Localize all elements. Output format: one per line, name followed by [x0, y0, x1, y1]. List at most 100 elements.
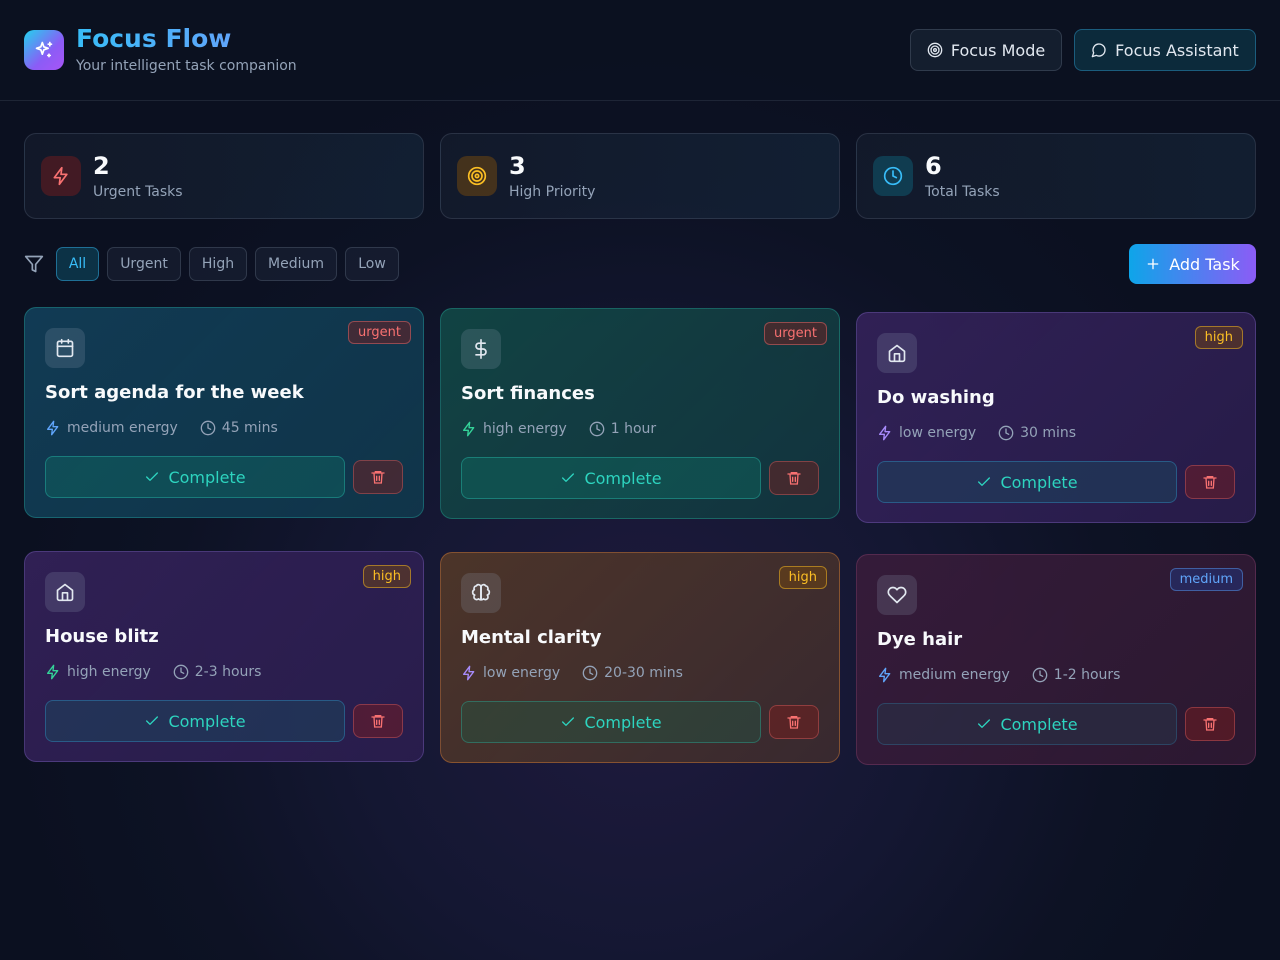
- task-duration: 1 hour: [610, 421, 657, 437]
- task-card: urgent Sort agenda for the week medium e…: [24, 307, 424, 518]
- clock-icon: [200, 420, 216, 436]
- stat-value: 3: [509, 152, 526, 180]
- delete-button[interactable]: [769, 461, 819, 495]
- check-icon: [562, 717, 575, 726]
- task-energy: low energy: [483, 665, 561, 681]
- task-card: high Mental clarity low energy 20-30 min…: [440, 552, 840, 763]
- task-title: Sort finances: [461, 383, 595, 404]
- lightning-icon: [41, 156, 81, 196]
- task-energy: high energy: [483, 421, 567, 437]
- focus-mode-button[interactable]: Focus Mode: [910, 29, 1062, 71]
- brain-icon: [461, 573, 501, 613]
- stat-value: 6: [925, 152, 942, 180]
- delete-button[interactable]: [353, 460, 403, 494]
- lightning-icon: [879, 667, 891, 683]
- complete-button[interactable]: Complete: [461, 701, 761, 743]
- task-energy: high energy: [67, 664, 151, 680]
- filter-chip-medium[interactable]: Medium: [255, 247, 337, 281]
- trash-icon: [1203, 476, 1217, 489]
- calendar-icon: [45, 328, 85, 368]
- focus-assistant-label: Focus Assistant: [1115, 40, 1239, 60]
- filter-chip-all[interactable]: All: [56, 247, 99, 281]
- check-icon: [978, 477, 991, 486]
- task-card: high House blitz high energy 2-3 hours C…: [24, 551, 424, 762]
- clock-icon: [582, 665, 598, 681]
- stat-label: High Priority: [509, 184, 596, 200]
- filter-chip-low[interactable]: Low: [345, 247, 399, 281]
- dollar-icon: [461, 329, 501, 369]
- complete-label: Complete: [1000, 472, 1078, 492]
- stat-value: 2: [93, 152, 110, 180]
- clock-icon: [589, 421, 605, 437]
- priority-badge: urgent: [764, 322, 827, 345]
- complete-label: Complete: [1000, 714, 1078, 734]
- task-duration: 45 mins: [221, 420, 278, 436]
- filter-chip-high[interactable]: High: [189, 247, 247, 281]
- complete-label: Complete: [584, 712, 662, 732]
- sparkles-logo-icon: [24, 30, 64, 70]
- lightning-icon: [47, 664, 59, 680]
- app-header: Focus Flow Your intelligent task compani…: [0, 0, 1280, 101]
- complete-button[interactable]: Complete: [877, 461, 1177, 503]
- trash-icon: [1203, 718, 1217, 731]
- task-meta: high energy 2-3 hours: [45, 664, 261, 680]
- home-icon: [877, 333, 917, 373]
- complete-label: Complete: [168, 467, 246, 487]
- plus-icon: [1147, 258, 1159, 270]
- complete-button[interactable]: Complete: [45, 456, 345, 498]
- delete-button[interactable]: [769, 705, 819, 739]
- complete-button[interactable]: Complete: [877, 703, 1177, 745]
- check-icon: [978, 719, 991, 728]
- trash-icon: [787, 716, 801, 729]
- task-duration: 2-3 hours: [194, 664, 262, 680]
- task-energy: medium energy: [67, 420, 178, 436]
- stat-label: Total Tasks: [925, 184, 1000, 200]
- delete-button[interactable]: [1185, 465, 1235, 499]
- task-duration: 20-30 mins: [604, 665, 683, 681]
- task-title: House blitz: [45, 626, 159, 647]
- complete-button[interactable]: Complete: [461, 457, 761, 499]
- task-energy: low energy: [899, 425, 977, 441]
- check-icon: [146, 472, 159, 481]
- filter-chip-urgent[interactable]: Urgent: [107, 247, 181, 281]
- focus-mode-label: Focus Mode: [950, 40, 1046, 60]
- stat-card-total: 6 Total Tasks: [856, 133, 1256, 219]
- task-meta: low energy 30 mins: [877, 425, 1076, 441]
- task-card: urgent Sort finances high energy 1 hour …: [440, 308, 840, 519]
- task-meta: medium energy 1-2 hours: [877, 667, 1120, 683]
- delete-button[interactable]: [353, 704, 403, 738]
- lightning-icon: [47, 420, 59, 436]
- chat-bubble-icon: [1091, 43, 1106, 58]
- trash-icon: [371, 715, 385, 728]
- priority-badge: high: [778, 566, 827, 589]
- task-meta: high energy 1 hour: [461, 421, 656, 437]
- stat-card-high-priority: 3 High Priority: [440, 133, 840, 219]
- target-icon: [457, 156, 497, 196]
- focus-assistant-button[interactable]: Focus Assistant: [1074, 29, 1256, 71]
- add-task-button[interactable]: Add Task: [1129, 244, 1256, 284]
- filter-icon: [24, 254, 44, 278]
- delete-button[interactable]: [1185, 707, 1235, 741]
- task-duration: 1-2 hours: [1053, 667, 1121, 683]
- stat-label: Urgent Tasks: [93, 184, 183, 200]
- app-subtitle: Your intelligent task companion: [76, 58, 297, 74]
- task-title: Do washing: [877, 387, 995, 408]
- heart-icon: [877, 575, 917, 615]
- clock-icon: [873, 156, 913, 196]
- complete-button[interactable]: Complete: [45, 700, 345, 742]
- complete-label: Complete: [168, 711, 246, 731]
- priority-badge: medium: [1169, 568, 1243, 591]
- task-energy: medium energy: [899, 667, 1010, 683]
- app-title: Focus Flow: [76, 24, 232, 53]
- clock-icon: [173, 664, 189, 680]
- task-duration: 30 mins: [1020, 425, 1077, 441]
- task-title: Sort agenda for the week: [45, 382, 304, 403]
- complete-label: Complete: [584, 468, 662, 488]
- target-icon: [927, 42, 943, 58]
- stat-card-urgent: 2 Urgent Tasks: [24, 133, 424, 219]
- task-title: Mental clarity: [461, 627, 602, 648]
- lightning-icon: [463, 421, 475, 437]
- clock-icon: [998, 425, 1014, 441]
- priority-badge: high: [1194, 326, 1243, 349]
- check-icon: [562, 473, 575, 482]
